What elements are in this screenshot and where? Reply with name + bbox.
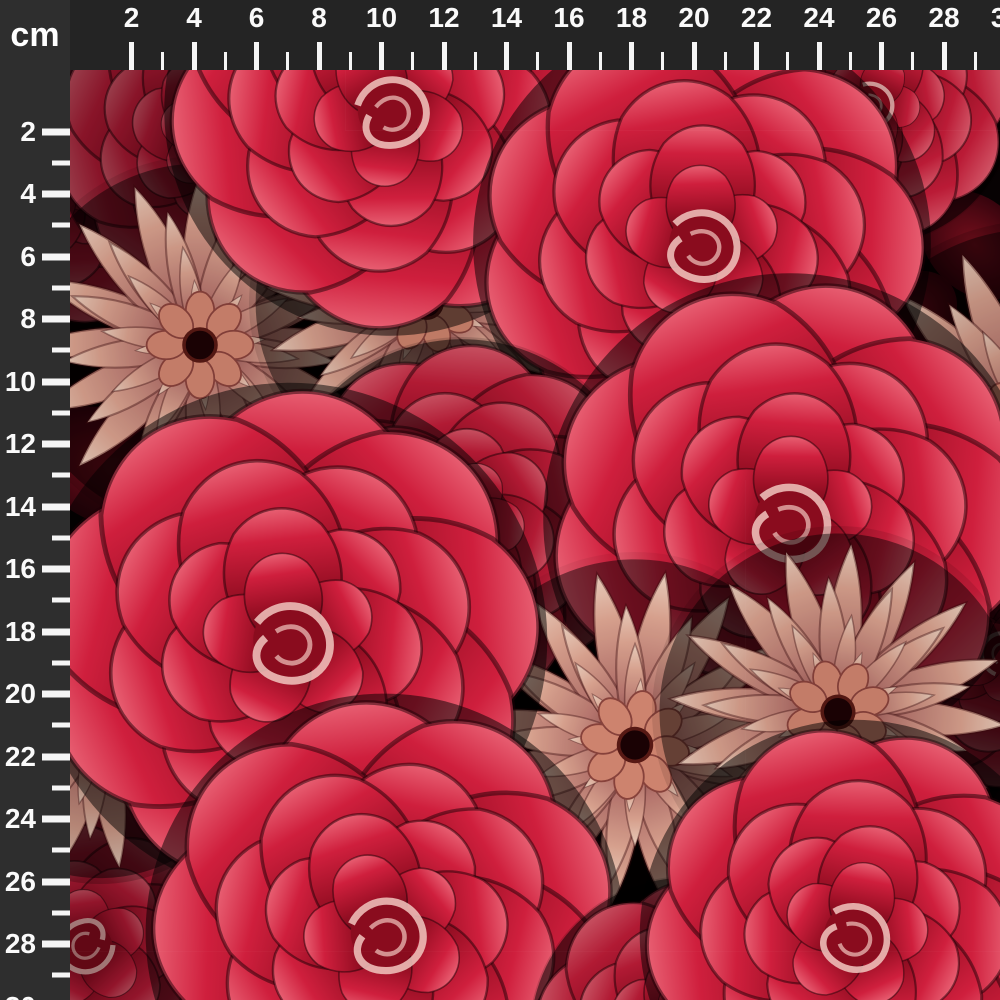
ruler-left-number: 22 <box>0 743 36 771</box>
ruler-left-number: 4 <box>0 180 36 208</box>
ruler-left-tick-major <box>42 566 70 573</box>
ruler-top-number: 8 <box>311 4 327 32</box>
fabric-pattern-image <box>70 70 1000 1000</box>
ruler-top-number: 6 <box>249 4 265 32</box>
ruler-left-tick-minor <box>52 285 70 290</box>
ruler-left-tick-major <box>42 628 70 635</box>
ruler-top-number: 20 <box>678 4 709 32</box>
ruler-left-number: 16 <box>0 555 36 583</box>
ruler-left-number: 12 <box>0 430 36 458</box>
ruler-left-tick-major <box>42 378 70 385</box>
ruler-left-tick-minor <box>52 223 70 228</box>
ruler-top-tick-major <box>942 42 947 70</box>
ruler-left-tick-major <box>42 316 70 323</box>
ruler-left-tick-minor <box>52 598 70 603</box>
ruler-top-number: 18 <box>616 4 647 32</box>
ruler-left-tick-minor <box>52 348 70 353</box>
ruler-top-tick-major <box>567 42 572 70</box>
ruler-left-tick-major <box>42 753 70 760</box>
ruler-top-tick-minor <box>411 52 414 70</box>
ruler-unit-label: cm <box>0 0 70 70</box>
ruler-left-number: 30 <box>0 993 36 1000</box>
ruler-top-number: 22 <box>741 4 772 32</box>
ruler-left-number: 8 <box>0 305 36 333</box>
ruler-left-number: 14 <box>0 493 36 521</box>
ruler-top: 24681012141618202224262830 <box>0 0 1000 70</box>
ruler-left-tick-major <box>42 253 70 260</box>
ruler-top-tick-minor <box>349 52 352 70</box>
ruler-top-tick-minor <box>911 52 914 70</box>
ruler-top-number: 16 <box>553 4 584 32</box>
fabric-preview-area <box>70 70 1000 1000</box>
ruler-top-tick-major <box>317 42 322 70</box>
ruler-left-tick-minor <box>52 848 70 853</box>
ruler-left-tick-minor <box>52 473 70 478</box>
ruler-top-number: 24 <box>803 4 834 32</box>
ruler-left-tick-minor <box>52 785 70 790</box>
unit-label-text: cm <box>10 16 59 55</box>
ruler-left-tick-major <box>42 941 70 948</box>
ruler-top-tick-minor <box>286 52 289 70</box>
ruler-top-tick-major <box>129 42 134 70</box>
ruler-left-number: 26 <box>0 868 36 896</box>
ruler-left-number: 10 <box>0 368 36 396</box>
ruler-top-number: 10 <box>366 4 397 32</box>
ruler-left-tick-minor <box>52 535 70 540</box>
ruler-left-tick-major <box>42 878 70 885</box>
ruler-top-tick-minor <box>974 52 977 70</box>
ruler-top-number: 26 <box>866 4 897 32</box>
ruler-left-number: 2 <box>0 118 36 146</box>
ruler-top-number: 30 <box>991 4 1000 32</box>
ruler-top-tick-minor <box>474 52 477 70</box>
ruler-left-tick-minor <box>52 660 70 665</box>
ruler-top-tick-major <box>692 42 697 70</box>
ruler-left-tick-minor <box>52 723 70 728</box>
ruler-left-tick-minor <box>52 973 70 978</box>
ruler-top-tick-major <box>442 42 447 70</box>
ruler-top-number: 4 <box>186 4 202 32</box>
ruler-top-tick-minor <box>161 52 164 70</box>
ruler-top-tick-major <box>192 42 197 70</box>
ruler-top-number: 12 <box>428 4 459 32</box>
fabric-swatch-preview: 24681012141618202224262830 2468101214161… <box>0 0 1000 1000</box>
ruler-top-tick-minor <box>661 52 664 70</box>
ruler-top-tick-major <box>504 42 509 70</box>
ruler-top-tick-minor <box>786 52 789 70</box>
ruler-left-tick-major <box>42 191 70 198</box>
ruler-top-tick-major <box>254 42 259 70</box>
ruler-left-number: 28 <box>0 930 36 958</box>
ruler-left-number: 24 <box>0 805 36 833</box>
ruler-left-tick-minor <box>52 410 70 415</box>
ruler-top-tick-minor <box>849 52 852 70</box>
ruler-top-number: 14 <box>491 4 522 32</box>
ruler-top-tick-minor <box>224 52 227 70</box>
ruler-top-tick-minor <box>536 52 539 70</box>
ruler-left-number: 20 <box>0 680 36 708</box>
ruler-left-tick-major <box>42 691 70 698</box>
ruler-left-tick-minor <box>52 910 70 915</box>
ruler-left-tick-minor <box>52 160 70 165</box>
ruler-left-tick-major <box>42 128 70 135</box>
ruler-top-number: 2 <box>124 4 140 32</box>
ruler-top-tick-major <box>879 42 884 70</box>
ruler-left-tick-major <box>42 441 70 448</box>
ruler-top-number: 28 <box>928 4 959 32</box>
ruler-top-tick-major <box>754 42 759 70</box>
ruler-top-tick-minor <box>724 52 727 70</box>
ruler-left-number: 6 <box>0 243 36 271</box>
ruler-top-tick-major <box>629 42 634 70</box>
ruler-left-tick-major <box>42 503 70 510</box>
ruler-left-tick-major <box>42 816 70 823</box>
ruler-left-number: 18 <box>0 618 36 646</box>
ruler-top-tick-major <box>379 42 384 70</box>
ruler-top-tick-minor <box>599 52 602 70</box>
ruler-top-tick-major <box>817 42 822 70</box>
ruler-left: 24681012141618202224262830 <box>0 0 70 1000</box>
